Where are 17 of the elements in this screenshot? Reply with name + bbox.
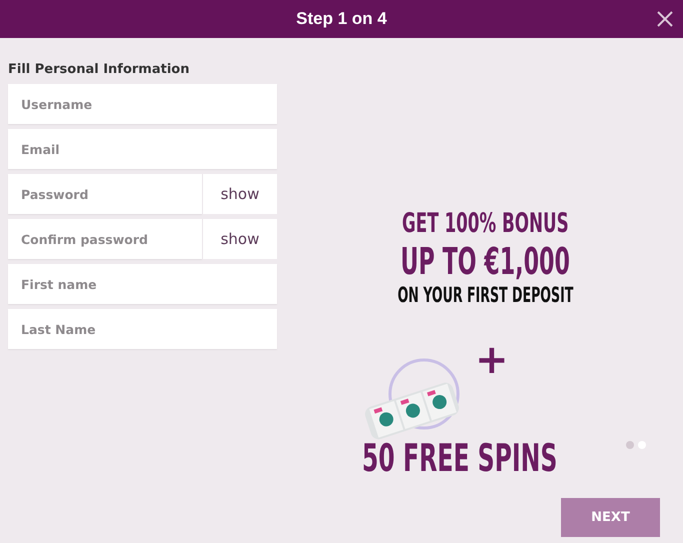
promo-text: UP TO €1,000 bbox=[400, 243, 570, 280]
close-icon[interactable] bbox=[657, 11, 673, 27]
input-field[interactable]: Password bbox=[8, 174, 202, 214]
show-password-button[interactable]: show bbox=[202, 174, 277, 214]
carousel-dot[interactable] bbox=[626, 441, 634, 449]
form-heading: Fill Personal Information bbox=[8, 62, 190, 77]
input-field[interactable]: First name bbox=[8, 264, 277, 304]
input-field[interactable]: Username bbox=[8, 84, 277, 124]
plus-sign: + bbox=[475, 340, 509, 380]
promo-text: 50 FREE SPINS bbox=[362, 439, 558, 477]
promo-text: GET 100% BONUS bbox=[402, 210, 568, 237]
promo-text: ON YOUR FIRST DEPOSIT bbox=[397, 285, 573, 306]
input-field[interactable]: Last Name bbox=[8, 309, 277, 349]
show-password-button[interactable]: show bbox=[202, 219, 277, 259]
input-field[interactable]: Confirm password bbox=[8, 219, 202, 259]
window-title: Step 1 on 4 bbox=[296, 9, 387, 29]
input-field[interactable]: Email bbox=[8, 129, 277, 169]
